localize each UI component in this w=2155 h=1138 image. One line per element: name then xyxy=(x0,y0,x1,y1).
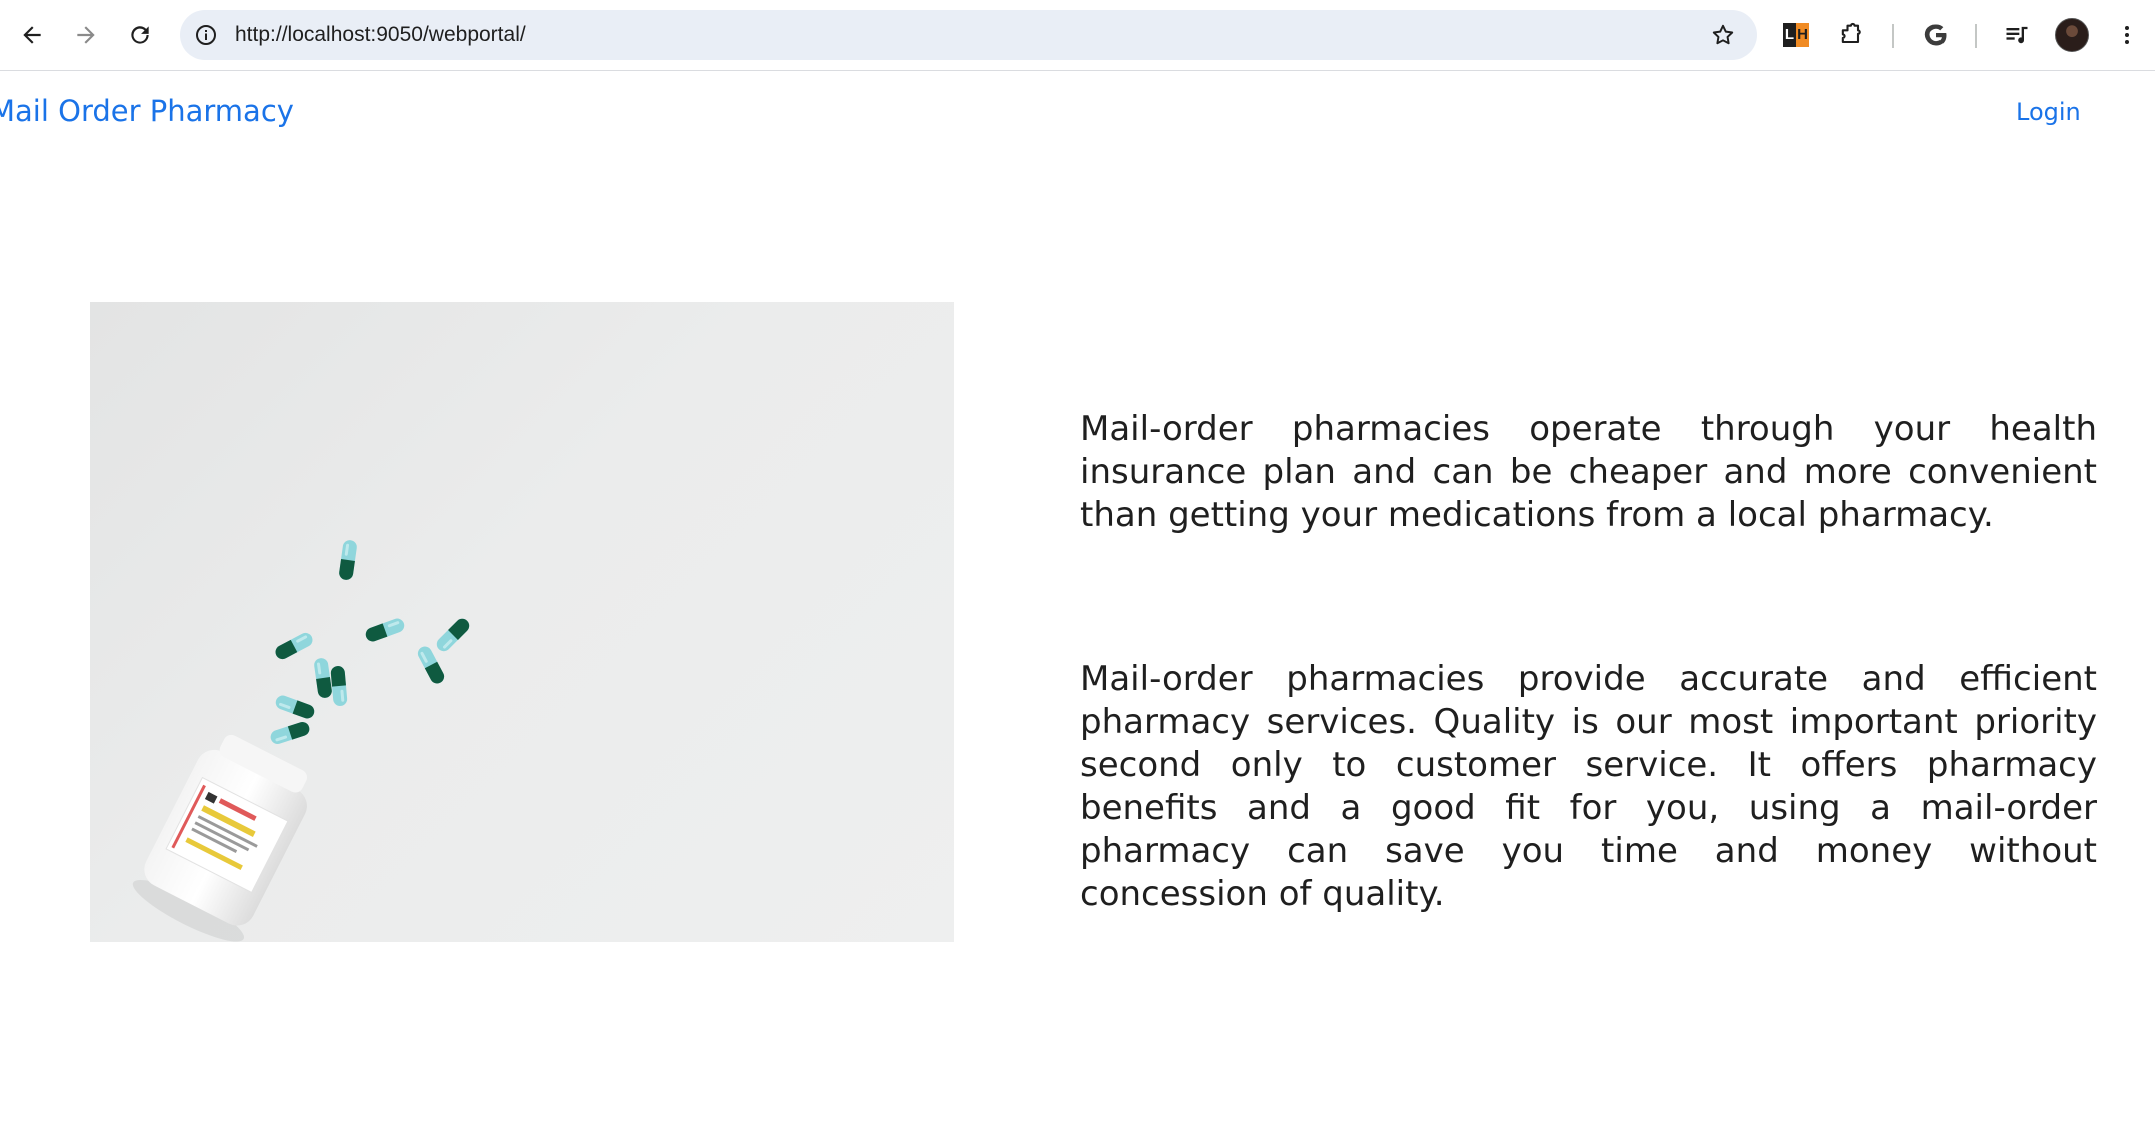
more-menu-icon[interactable] xyxy=(2108,16,2146,54)
address-bar[interactable]: http://localhost:9050/webportal/ xyxy=(180,10,1757,60)
url-text[interactable]: http://localhost:9050/webportal/ xyxy=(235,10,526,60)
reload-icon[interactable] xyxy=(118,13,162,57)
capsule xyxy=(273,693,317,721)
extensions-icon[interactable] xyxy=(1832,16,1870,54)
capsule xyxy=(338,539,358,581)
pills-hero-image xyxy=(90,302,954,942)
toolbar-divider xyxy=(1892,24,1894,48)
toolbar-divider xyxy=(1975,24,1977,48)
intro-paragraph: Mail-order pharmacies operate through yo… xyxy=(1080,409,2097,535)
bookmark-star-icon[interactable] xyxy=(1709,21,1737,49)
back-icon[interactable] xyxy=(10,13,54,57)
media-controls-icon[interactable] xyxy=(1998,16,2036,54)
forward-icon[interactable] xyxy=(64,13,108,57)
capsule xyxy=(433,615,473,655)
site-info-icon[interactable] xyxy=(192,21,220,49)
capsule xyxy=(330,665,348,707)
profile-avatar[interactable] xyxy=(2053,16,2091,54)
login-link[interactable]: Login xyxy=(2016,98,2081,126)
brand-link[interactable]: Mail Order Pharmacy xyxy=(0,94,294,128)
browser-toolbar: http://localhost:9050/webportal/ L H xyxy=(0,0,2155,71)
capsule xyxy=(363,616,407,644)
prescription-bottle xyxy=(132,734,307,942)
capsule xyxy=(268,720,312,746)
lighthouse-icon[interactable]: L H xyxy=(1777,16,1815,54)
quality-paragraph: Mail-order pharmacies provide accurate a… xyxy=(1080,659,2097,914)
capsule xyxy=(273,630,315,662)
google-icon[interactable] xyxy=(1917,16,1955,54)
capsule xyxy=(313,657,333,699)
